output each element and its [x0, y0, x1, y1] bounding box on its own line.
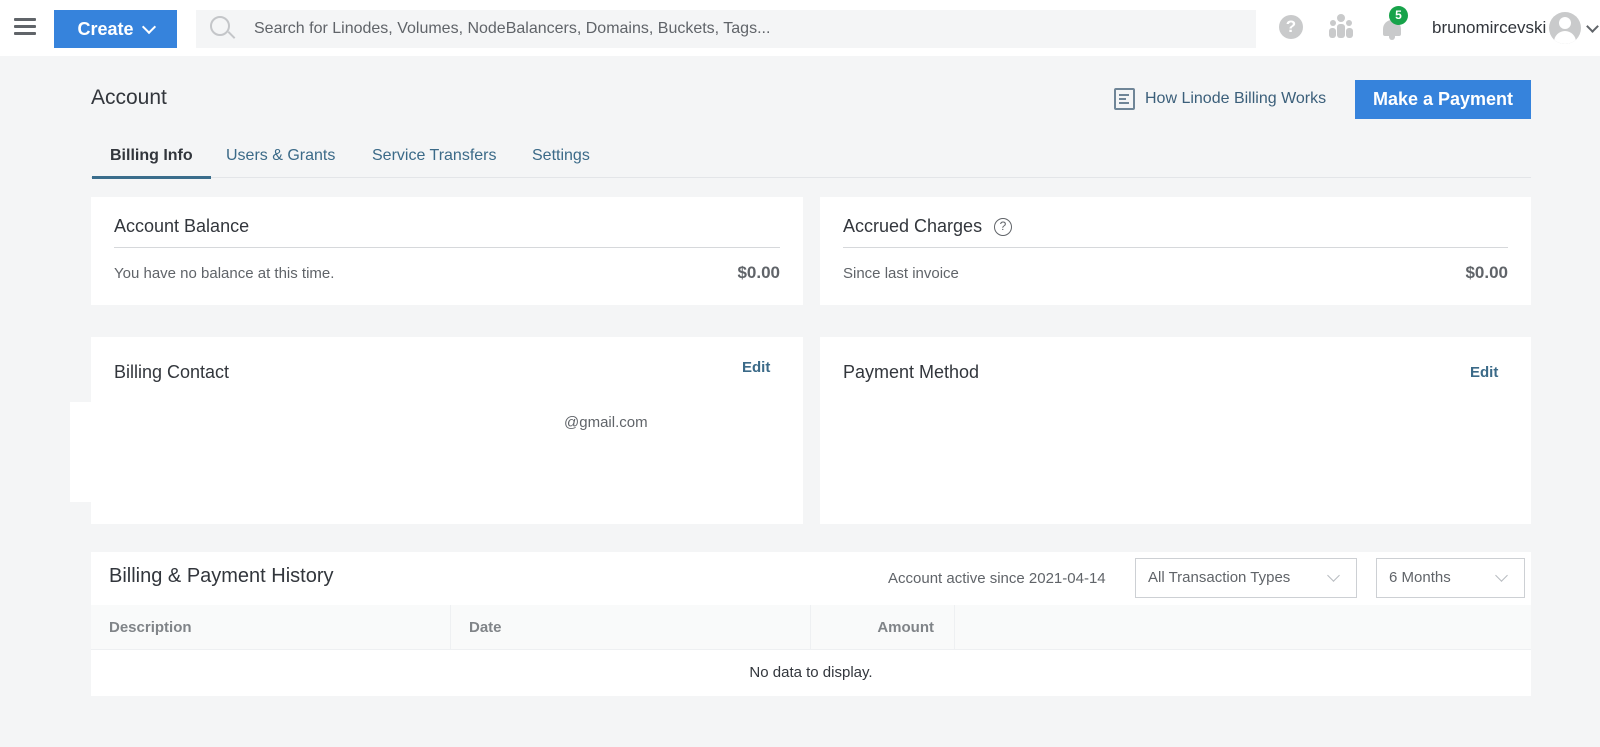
- history-empty-message: No data to display.: [91, 650, 1531, 696]
- billing-email: @gmail.com: [564, 414, 648, 431]
- billing-contact-title: Billing Contact: [114, 362, 230, 382]
- chevron-down-icon: [1327, 569, 1340, 582]
- tab-settings[interactable]: Settings: [532, 140, 590, 178]
- account-active-since: Account active since 2021-04-14: [888, 570, 1106, 587]
- community-icon[interactable]: [1328, 14, 1354, 40]
- period-select[interactable]: 6 Months: [1376, 558, 1525, 598]
- history-table-header: Description Date Amount: [91, 605, 1531, 650]
- docs-link-label: How Linode Billing Works: [1145, 90, 1327, 107]
- make-payment-button[interactable]: Make a Payment: [1355, 80, 1531, 119]
- tab-service-transfers[interactable]: Service Transfers: [372, 140, 496, 178]
- document-icon: [1114, 88, 1135, 110]
- create-label: Create: [77, 18, 134, 39]
- billing-contact-card: Billing Contact Edit @gmail.com: [91, 337, 803, 524]
- help-icon[interactable]: ?: [994, 218, 1012, 236]
- accrued-amount: $0.00: [1465, 263, 1508, 282]
- accrued-charges-card: Accrued Charges ? Since last invoice $0.…: [820, 197, 1531, 305]
- balance-description: You have no balance at this time.: [114, 265, 335, 282]
- help-icon[interactable]: ?: [1279, 15, 1303, 39]
- divider: [843, 247, 1508, 248]
- chevron-down-icon: [141, 19, 156, 34]
- payment-method-card: Payment Method Edit: [820, 337, 1531, 524]
- edit-payment-method-link[interactable]: Edit: [1470, 364, 1498, 381]
- page-title: Account: [91, 86, 167, 109]
- tab-billing-info[interactable]: Billing Info: [92, 140, 211, 179]
- chevron-down-icon: [1495, 569, 1508, 582]
- balance-amount: $0.00: [737, 263, 780, 282]
- column-description[interactable]: Description: [91, 605, 451, 650]
- billing-docs-link[interactable]: How Linode Billing Works: [1114, 88, 1326, 110]
- menu-icon[interactable]: [14, 18, 36, 36]
- column-date[interactable]: Date: [451, 605, 811, 650]
- avatar-icon[interactable]: [1549, 12, 1581, 44]
- history-title: Billing & Payment History: [109, 565, 334, 587]
- tab-users-grants[interactable]: Users & Grants: [226, 140, 335, 178]
- chevron-down-icon[interactable]: [1586, 20, 1599, 33]
- divider: [114, 247, 780, 248]
- accrued-description: Since last invoice: [843, 265, 959, 282]
- transaction-type-value: All Transaction Types: [1148, 569, 1291, 586]
- column-amount[interactable]: Amount: [811, 605, 955, 650]
- username[interactable]: brunomircevski: [1432, 18, 1546, 38]
- accrued-charges-title: Accrued Charges: [843, 216, 983, 236]
- redacted-area: [70, 402, 100, 502]
- account-balance-card: Account Balance You have no balance at t…: [91, 197, 803, 305]
- search-icon: [210, 16, 236, 42]
- notification-badge: 5: [1389, 6, 1408, 25]
- account-tabs: Billing Info Users & Grants Service Tran…: [91, 140, 1531, 179]
- edit-billing-contact-link[interactable]: Edit: [742, 359, 770, 376]
- create-button[interactable]: Create: [54, 10, 177, 48]
- payment-method-title: Payment Method: [843, 362, 980, 382]
- top-bar: Create ? 5 brunomircevski: [0, 0, 1600, 56]
- period-value: 6 Months: [1389, 569, 1451, 586]
- transaction-type-select[interactable]: All Transaction Types: [1135, 558, 1357, 598]
- search-input[interactable]: [254, 10, 1234, 48]
- account-balance-title: Account Balance: [114, 216, 250, 236]
- search-bar: [196, 10, 1256, 48]
